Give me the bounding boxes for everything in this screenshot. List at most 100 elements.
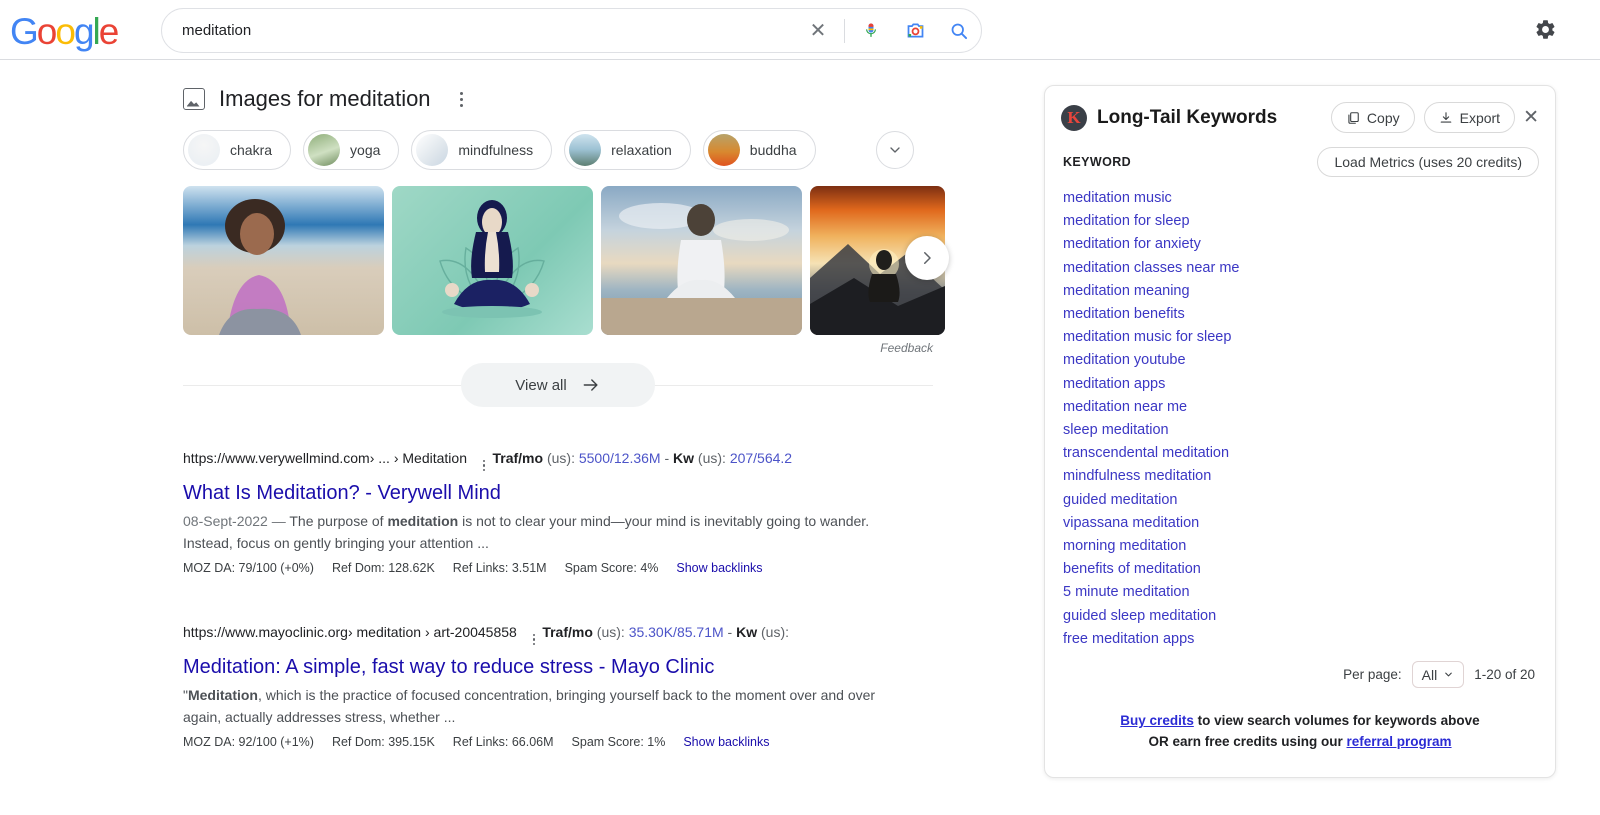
result-snippet: 08-Sept-2022 — The purpose of meditation…: [183, 510, 883, 554]
view-all-button[interactable]: View all: [461, 363, 654, 407]
clear-search-button[interactable]: ✕: [796, 9, 840, 53]
pagination-controls: Per page: All 1-20 of 20: [1045, 651, 1555, 688]
search-result-1: https://www.verywellmind.com › ... › Med…: [183, 450, 943, 575]
ref-dom: Ref Dom: 128.62K: [332, 561, 435, 575]
load-metrics-button[interactable]: Load Metrics (uses 20 credits): [1317, 147, 1539, 177]
keyword-item[interactable]: guided meditation: [1063, 489, 1555, 512]
traffic-value: 35.30K/85.71M: [629, 624, 724, 640]
copy-button[interactable]: Copy: [1331, 102, 1415, 133]
logo-letter: G: [10, 11, 37, 52]
search-bar[interactable]: ✕: [161, 8, 982, 53]
result-url-crumbs: › meditation › art-20045858: [348, 624, 517, 640]
image-thumbnail-1[interactable]: [183, 186, 384, 335]
traffic-geo: (us):: [547, 450, 575, 466]
keyword-item[interactable]: guided sleep meditation: [1063, 605, 1555, 628]
search-input[interactable]: [162, 21, 796, 40]
result-title-link[interactable]: What Is Meditation? - Verywell Mind: [183, 480, 943, 506]
result-url-domain[interactable]: https://www.mayoclinic.org: [183, 624, 348, 640]
keyword-value: 207/564.2: [730, 450, 792, 466]
keyword-item[interactable]: free meditation apps: [1063, 628, 1555, 651]
search-submit-button[interactable]: [937, 9, 981, 53]
keyword-item[interactable]: meditation for anxiety: [1063, 233, 1555, 256]
chevron-down-icon: [887, 142, 903, 158]
footer-text-1: to view search volumes for keywords abov…: [1194, 713, 1480, 728]
image-thumbnail-3[interactable]: [601, 186, 802, 335]
view-all-label: View all: [515, 377, 566, 394]
keyword-item[interactable]: sleep meditation: [1063, 419, 1555, 442]
keyword-item[interactable]: vipassana meditation: [1063, 512, 1555, 535]
ref-dom: Ref Dom: 395.15K: [332, 735, 435, 749]
logo-letter: g: [74, 11, 93, 52]
chip-chakra[interactable]: chakra: [183, 130, 291, 170]
result-url-domain[interactable]: https://www.verywellmind.com: [183, 450, 370, 466]
snippet-post: , which is the practice of focused conce…: [183, 687, 875, 725]
logo-letter: e: [99, 11, 118, 52]
metrics-dash: -: [728, 624, 733, 640]
expand-chips-button[interactable]: [876, 131, 914, 169]
lens-search-button[interactable]: [893, 9, 937, 53]
chip-buddha[interactable]: buddha: [703, 130, 816, 170]
export-label: Export: [1460, 110, 1500, 126]
referral-program-link[interactable]: referral program: [1347, 734, 1452, 749]
panel-subheader: KEYWORD Load Metrics (uses 20 credits): [1045, 133, 1555, 177]
keyword-geo: (us):: [698, 450, 726, 466]
chip-relaxation[interactable]: relaxation: [564, 130, 691, 170]
keyword-item[interactable]: meditation youtube: [1063, 349, 1555, 372]
footer-line-2: OR earn free credits using our referral …: [1045, 731, 1555, 752]
view-all-row: View all: [183, 363, 933, 407]
export-button[interactable]: Export: [1424, 102, 1515, 133]
google-logo[interactable]: Google: [10, 13, 117, 50]
settings-button[interactable]: [1530, 14, 1560, 44]
download-icon: [1439, 111, 1453, 125]
image-pack-title: Images for meditation: [219, 86, 431, 112]
image-icon: [183, 88, 205, 110]
result-range-text: 1-20 of 20: [1474, 667, 1535, 682]
voice-search-button[interactable]: [849, 9, 893, 53]
chip-yoga[interactable]: yoga: [303, 130, 399, 170]
snippet-pre: The purpose of: [289, 513, 387, 529]
per-page-select[interactable]: All: [1412, 661, 1465, 688]
chip-mindfulness[interactable]: mindfulness: [411, 130, 552, 170]
logo-letter: K: [1067, 108, 1080, 128]
copy-icon: [1346, 111, 1360, 125]
logo-letter: o: [55, 11, 74, 52]
keyword-item[interactable]: meditation meaning: [1063, 280, 1555, 303]
keyword-item[interactable]: 5 minute meditation: [1063, 581, 1555, 604]
traffic-label: Traf/mo: [542, 624, 593, 640]
google-search-results-page: Google ✕: [0, 0, 1600, 815]
arrow-right-icon: [581, 375, 601, 395]
keyword-item[interactable]: transcendental meditation: [1063, 442, 1555, 465]
keyword-item[interactable]: meditation benefits: [1063, 303, 1555, 326]
result-title-link[interactable]: Meditation: A simple, fast way to reduce…: [183, 654, 943, 680]
panel-header: K Long-Tail Keywords Copy Export ✕: [1045, 86, 1555, 133]
page-header: Google ✕: [0, 0, 1600, 60]
keyword-label: Kw: [673, 450, 694, 466]
show-backlinks-link[interactable]: Show backlinks: [683, 735, 769, 749]
feedback-link[interactable]: Feedback: [183, 341, 933, 355]
chip-thumbnail: [188, 134, 220, 166]
carousel-next-button[interactable]: [905, 236, 949, 280]
keyword-item[interactable]: meditation for sleep: [1063, 210, 1555, 233]
result-url-crumbs: › ... › Meditation: [370, 450, 467, 466]
keyword-item[interactable]: meditation classes near me: [1063, 257, 1555, 280]
show-backlinks-link[interactable]: Show backlinks: [676, 561, 762, 575]
kebab-menu-icon[interactable]: [453, 87, 471, 111]
keyword-item[interactable]: meditation music: [1063, 187, 1555, 210]
snippet-date: 08-Sept-2022 —: [183, 513, 289, 529]
keyword-item[interactable]: benefits of meditation: [1063, 558, 1555, 581]
buy-credits-link[interactable]: Buy credits: [1120, 713, 1194, 728]
keyword-item[interactable]: meditation near me: [1063, 396, 1555, 419]
snippet-highlight: Meditation: [188, 687, 258, 703]
keyword-item[interactable]: meditation apps: [1063, 373, 1555, 396]
keyword-geo: (us):: [761, 624, 789, 640]
result-moz-metrics: MOZ DA: 79/100 (+0%) Ref Dom: 128.62K Re…: [183, 561, 943, 575]
keyword-item[interactable]: mindfulness meditation: [1063, 465, 1555, 488]
metrics-divider-icon: [533, 634, 536, 646]
image-thumbnail-2[interactable]: [392, 186, 593, 335]
image-pack-header: Images for meditation: [183, 82, 933, 116]
keyword-item[interactable]: meditation music for sleep: [1063, 326, 1555, 349]
gear-icon: [1534, 18, 1557, 41]
close-panel-button[interactable]: ✕: [1523, 108, 1539, 127]
per-page-value: All: [1422, 667, 1438, 683]
keyword-item[interactable]: morning meditation: [1063, 535, 1555, 558]
